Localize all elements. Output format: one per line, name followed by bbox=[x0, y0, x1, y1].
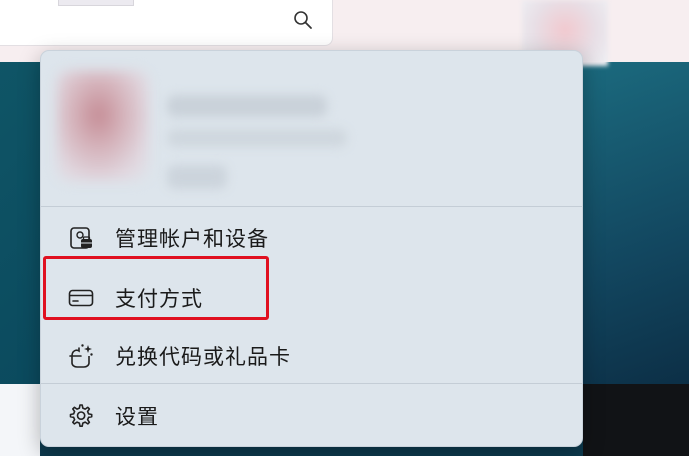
menu-divider bbox=[41, 383, 582, 384]
account-profile-header bbox=[49, 65, 359, 197]
menu-item-label: 兑换代码或礼品卡 bbox=[115, 345, 291, 369]
search-tab-fragment bbox=[58, 0, 134, 6]
manage-account-icon bbox=[67, 224, 95, 252]
avatar bbox=[57, 71, 149, 181]
menu-item-settings[interactable]: 设置 bbox=[41, 389, 582, 443]
wallpaper-accent bbox=[583, 62, 689, 384]
window-bottom-right-background bbox=[583, 384, 689, 456]
search-box[interactable] bbox=[0, 0, 333, 46]
account-name-redacted bbox=[167, 95, 327, 117]
redeem-gift-icon bbox=[67, 342, 95, 370]
account-email-redacted bbox=[167, 129, 347, 147]
highlight-annotation bbox=[43, 256, 269, 320]
menu-item-label: 管理帐户和设备 bbox=[115, 227, 269, 251]
account-flyout-menu: 管理帐户和设备 支付方式 兑换代码或礼品卡 设置 bbox=[40, 50, 583, 447]
menu-divider bbox=[41, 206, 582, 207]
menu-item-label: 设置 bbox=[115, 405, 159, 429]
window-bottom-left-background bbox=[0, 384, 40, 456]
gear-icon bbox=[67, 402, 95, 430]
search-icon[interactable] bbox=[292, 9, 314, 31]
account-detail-redacted bbox=[167, 165, 227, 189]
menu-item-redeem-code[interactable]: 兑换代码或礼品卡 bbox=[41, 329, 582, 383]
